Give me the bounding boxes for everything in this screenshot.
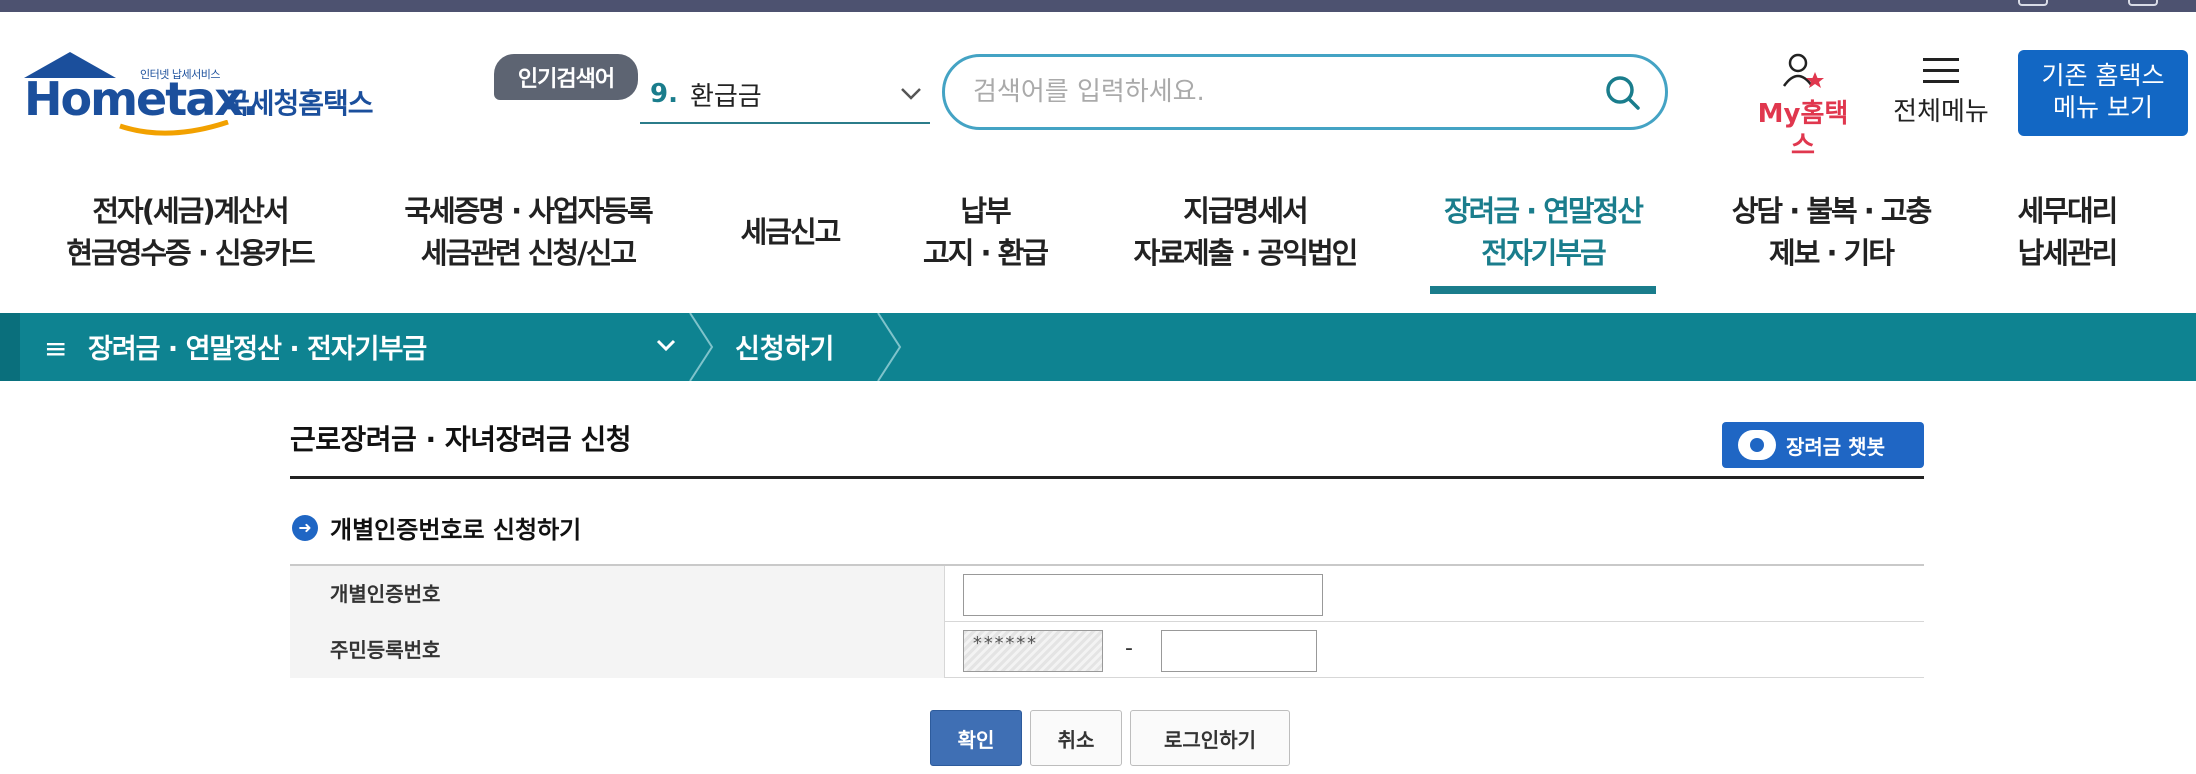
page-title: 근로장려금 · 자녀장려금 신청 bbox=[290, 423, 632, 456]
confirm-button[interactable]: 확인 bbox=[930, 710, 1022, 766]
form-row-rrn: 주민등록번호 ****** - bbox=[290, 622, 1924, 678]
top-strip bbox=[0, 0, 2196, 12]
popular-term: 환급금 bbox=[689, 81, 762, 112]
nav-item-incentive[interactable]: 장려금 · 연말정산 전자기부금 bbox=[1430, 190, 1656, 274]
popular-rank: 9. bbox=[650, 79, 678, 109]
nav-item-tax-agent[interactable]: 세무대리 납세관리 bbox=[2002, 190, 2132, 274]
logo-korean-name: 국세청홈택스 bbox=[224, 87, 374, 120]
nav-item-payment[interactable]: 납부 고지 · 환급 bbox=[900, 190, 1070, 274]
main-nav: 전자(세금)계산서 현금영수증 · 신용카드 국세증명 · 사업자등록 세금관련 신… bbox=[0, 190, 2196, 296]
breadcrumb: ≡ 장려금 · 연말정산 · 전자기부금 신청하기 bbox=[0, 313, 2196, 381]
chevron-down-icon[interactable] bbox=[652, 331, 680, 359]
breadcrumb-edge bbox=[0, 313, 20, 381]
section-title: 개별인증번호로 신청하기 bbox=[330, 516, 582, 544]
logo-swoosh-icon bbox=[119, 120, 229, 136]
login-button[interactable]: 로그인하기 bbox=[1130, 710, 1290, 766]
hometax-logo[interactable]: 인터넷 납세서비스 Hometax. 국세청홈택스 bbox=[22, 48, 392, 140]
breadcrumb-menu[interactable]: 장려금 · 연말정산 · 전자기부금 bbox=[88, 327, 427, 366]
old-menu-button[interactable]: 기존 홈택스 메뉴 보기 bbox=[2018, 50, 2188, 136]
cancel-button[interactable]: 취소 bbox=[1030, 710, 1122, 766]
all-menu-label: 전체메뉴 bbox=[1893, 97, 1989, 127]
rrn-label: 주민등록번호 bbox=[290, 622, 944, 678]
search-box bbox=[942, 54, 1668, 130]
hamburger-icon bbox=[1923, 58, 1959, 83]
popular-search-badge: 인기검색어 bbox=[494, 54, 638, 100]
search-icon[interactable] bbox=[1603, 73, 1643, 113]
my-hometax-button[interactable]: My홈택스 bbox=[1748, 52, 1858, 162]
popular-search-select[interactable]: 9. 환급금 bbox=[640, 66, 930, 124]
nav-item-e-invoice[interactable]: 전자(세금)계산서 현금영수증 · 신용카드 bbox=[40, 190, 340, 274]
nav-active-indicator bbox=[1430, 286, 1656, 294]
chatbot-button[interactable]: 장려금 챗봇 bbox=[1722, 422, 1924, 468]
chevron-down-icon[interactable] bbox=[898, 80, 924, 106]
menu-list-icon[interactable]: ≡ bbox=[44, 332, 67, 365]
old-menu-line1: 기존 홈택스 bbox=[2041, 61, 2165, 90]
nav-item-statement[interactable]: 지급명세서 자료제출 · 공익법인 bbox=[1116, 190, 1374, 274]
form-buttons: 확인 취소 로그인하기 bbox=[930, 710, 1290, 766]
nav-item-tax-return[interactable]: 세금신고 bbox=[720, 211, 860, 253]
breadcrumb-current[interactable]: 신청하기 bbox=[735, 327, 834, 366]
search-input[interactable] bbox=[973, 71, 1573, 113]
application-form: 개별인증번호 주민등록번호 ****** - bbox=[290, 564, 1924, 678]
auth-number-label: 개별인증번호 bbox=[290, 566, 944, 622]
window-control-icon[interactable] bbox=[2128, 0, 2158, 6]
rrn-dash: - bbox=[1125, 636, 1133, 661]
logo-wordmark: Hometax. bbox=[24, 72, 259, 126]
form-row-auth-number: 개별인증번호 bbox=[290, 566, 1924, 622]
breadcrumb-separator-icon bbox=[689, 313, 714, 381]
nav-item-certificate[interactable]: 국세증명 · 사업자등록 세금관련 신청/신고 bbox=[382, 190, 674, 274]
title-divider bbox=[290, 476, 1924, 479]
all-menu-button[interactable]: 전체메뉴 bbox=[1886, 52, 1996, 128]
my-hometax-label: My홈택스 bbox=[1757, 99, 1849, 161]
chatbot-label: 장려금 챗봇 bbox=[1786, 434, 1885, 459]
auth-number-input[interactable] bbox=[963, 574, 1323, 616]
window-control-icon[interactable] bbox=[2018, 0, 2048, 6]
user-icon bbox=[1782, 53, 1824, 88]
chatbot-icon bbox=[1738, 430, 1776, 460]
arrow-circle-icon: ➜ bbox=[292, 514, 318, 541]
rrn-front-input[interactable]: ****** bbox=[963, 630, 1103, 672]
nav-item-consultation[interactable]: 상담 · 불복 · 고충 제보 · 기타 bbox=[1716, 190, 1946, 274]
section-heading: ➜ 개별인증번호로 신청하기 bbox=[292, 510, 581, 545]
rrn-back-input[interactable] bbox=[1161, 630, 1317, 672]
breadcrumb-separator-icon bbox=[877, 313, 902, 381]
old-menu-line2: 메뉴 보기 bbox=[2053, 93, 2153, 122]
